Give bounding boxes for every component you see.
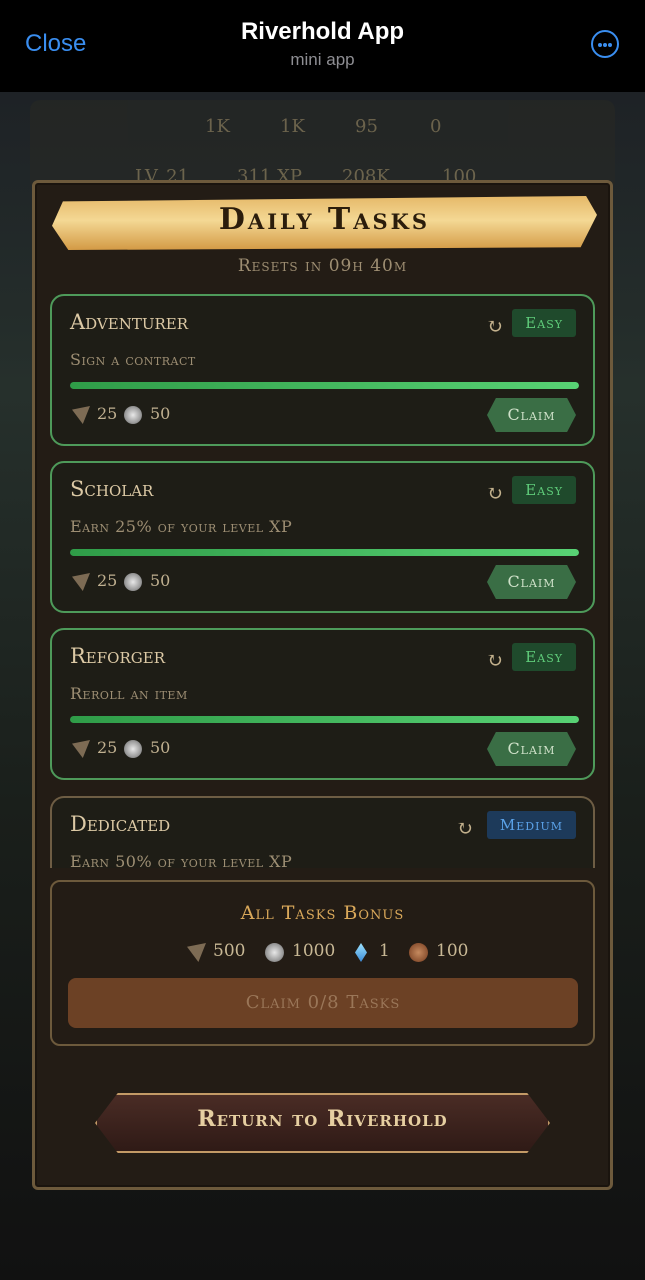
task-description: Sign a contract (70, 350, 196, 369)
app-subtitle: mini app (290, 50, 355, 69)
app-title: Riverhold App (240, 18, 405, 45)
task-card: Reforger ↻ Easy Reroll an item 25 50 Cla… (50, 628, 595, 780)
silver-coin-icon (265, 943, 284, 962)
more-options-icon[interactable] (591, 30, 619, 58)
crystal-icon (355, 943, 367, 962)
reward-silver: 50 (150, 738, 171, 757)
progress-fill (70, 716, 579, 723)
hud-stat: 0 (430, 116, 442, 137)
task-description: Earn 25% of your level XP (70, 517, 293, 536)
difficulty-badge: Easy (512, 643, 576, 671)
silver-coin-icon (124, 740, 142, 758)
bonus-wood: 500 (213, 941, 246, 961)
progress-fill (70, 549, 579, 556)
reward-wood: 25 (97, 571, 118, 590)
task-description: Earn 50% of your level XP (70, 852, 293, 871)
reroll-icon[interactable]: ↻ (456, 816, 473, 840)
reroll-icon[interactable]: ↻ (486, 648, 503, 672)
bonus-silver: 1000 (292, 941, 336, 961)
claim-button[interactable]: Claim (487, 732, 576, 766)
claim-button[interactable]: Claim (487, 565, 576, 599)
task-name: Reforger (70, 644, 165, 668)
wood-icon (72, 406, 90, 424)
bonus-copper: 100 (436, 941, 469, 961)
progress-bar (70, 716, 579, 723)
task-card: Dedicated ↻ Medium Earn 50% of your leve… (50, 796, 595, 871)
progress-bar (70, 382, 579, 389)
task-card: Scholar ↻ Easy Earn 25% of your level XP… (50, 461, 595, 613)
reward-wood: 25 (97, 404, 118, 423)
reward-wood: 25 (97, 738, 118, 757)
wood-icon (72, 573, 90, 591)
reset-timer: Resets in 09h 40m (237, 256, 408, 276)
panel-title: Daily Tasks (218, 202, 431, 237)
wood-icon (187, 943, 206, 962)
bonus-title: All Tasks Bonus (240, 902, 405, 924)
claim-button[interactable]: Claim (487, 398, 576, 432)
difficulty-badge: Easy (512, 309, 576, 337)
reroll-icon[interactable]: ↻ (486, 314, 503, 338)
reward-silver: 50 (150, 404, 171, 423)
hud-stat: 95 (355, 116, 378, 137)
silver-coin-icon (124, 406, 142, 424)
bonus-crystal: 1 (379, 941, 390, 961)
player-hud: LV. 21 311 XP 1K 1K 95 0 208K 100 (30, 100, 615, 190)
task-name: Scholar (70, 477, 154, 501)
reward-silver: 50 (150, 571, 171, 590)
mini-app-header: Close Riverhold App mini app (0, 0, 645, 92)
task-card: Adventurer ↻ Easy Sign a contract 25 50 … (50, 294, 595, 446)
copper-coin-icon (409, 943, 428, 962)
difficulty-badge: Medium (486, 811, 576, 839)
task-name: Adventurer (70, 310, 189, 334)
reroll-icon[interactable]: ↻ (486, 481, 503, 505)
progress-bar (70, 549, 579, 556)
task-name: Dedicated (70, 812, 171, 836)
hud-stat: 1K (205, 116, 230, 137)
all-tasks-bonus: All Tasks Bonus 500 1000 1 100 Claim 0/8… (50, 880, 595, 1046)
claim-all-button[interactable]: Claim 0/8 Tasks (68, 978, 578, 1028)
difficulty-badge: Easy (512, 476, 576, 504)
task-description: Reroll an item (70, 684, 188, 703)
progress-fill (70, 382, 579, 389)
silver-coin-icon (124, 573, 142, 591)
return-button-label[interactable]: Return to Riverhold (95, 1106, 550, 1132)
hud-stat: 1K (280, 116, 305, 137)
wood-icon (72, 740, 90, 758)
